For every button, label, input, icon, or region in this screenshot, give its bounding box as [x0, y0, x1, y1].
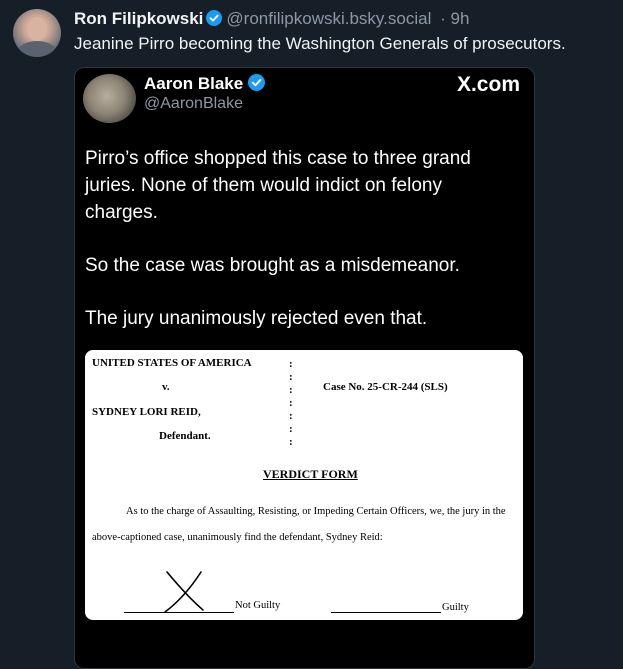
tweet-paragraph: Pirro’s office shopped this case to thre… [85, 148, 471, 223]
tweet-paragraph: The jury unanimously rejected even that. [85, 308, 428, 329]
caption-colons: ::::::: [289, 358, 293, 448]
versus-label: v. [162, 381, 170, 393]
plaintiff-name: UNITED STATES OF AMERICA [92, 357, 252, 369]
defendant-name: SYDNEY LORI REID, [92, 406, 201, 418]
embed-author-avatar [83, 74, 136, 123]
embed-tweet-body: Pirro’s office shopped this case to thre… [85, 145, 505, 358]
embed-author-handle: @AaronBlake [144, 95, 243, 112]
post-text: Jeanine Pirro becoming the Washington Ge… [74, 34, 566, 53]
time-separator: · [440, 9, 446, 28]
x-com-logo: X.com [456, 73, 520, 96]
x-mark-icon [164, 571, 204, 613]
verified-badge-icon [206, 10, 223, 26]
author-handle[interactable]: @ronfilipkowski.bsky.social [226, 9, 431, 28]
not-guilty-signature-line [124, 612, 234, 613]
guilty-label: Guilty [442, 602, 469, 613]
defendant-label: Defendant. [159, 430, 211, 442]
post-header: Ron Filipkowski @ronfilipkowski.bsky.soci… [74, 9, 469, 29]
post-timestamp[interactable]: 9h [451, 9, 470, 28]
tweet-paragraph: So the case was brought as a misdemeanor… [85, 255, 460, 276]
author-avatar[interactable] [13, 9, 61, 57]
embedded-screenshot[interactable]: Aaron Blake @AaronBlake X.com Pirro’s of… [74, 67, 535, 669]
verdict-form-document: UNITED STATES OF AMERICA ::::::: v. Case… [85, 350, 523, 620]
embed-verified-badge-icon [248, 74, 266, 91]
case-number: Case No. 25-CR-244 (SLS) [323, 381, 448, 393]
guilty-signature-line [331, 612, 441, 613]
verdict-form-title: VERDICT FORM [263, 467, 358, 481]
embed-author-name: Aaron Blake [144, 74, 266, 94]
author-name[interactable]: Ron Filipkowski [74, 9, 203, 28]
verdict-text-line: As to the charge of Assaulting, Resistin… [126, 506, 506, 517]
verdict-text-line: above-captioned case, unanimously find t… [92, 532, 383, 543]
not-guilty-label: Not Guilty [235, 600, 281, 611]
